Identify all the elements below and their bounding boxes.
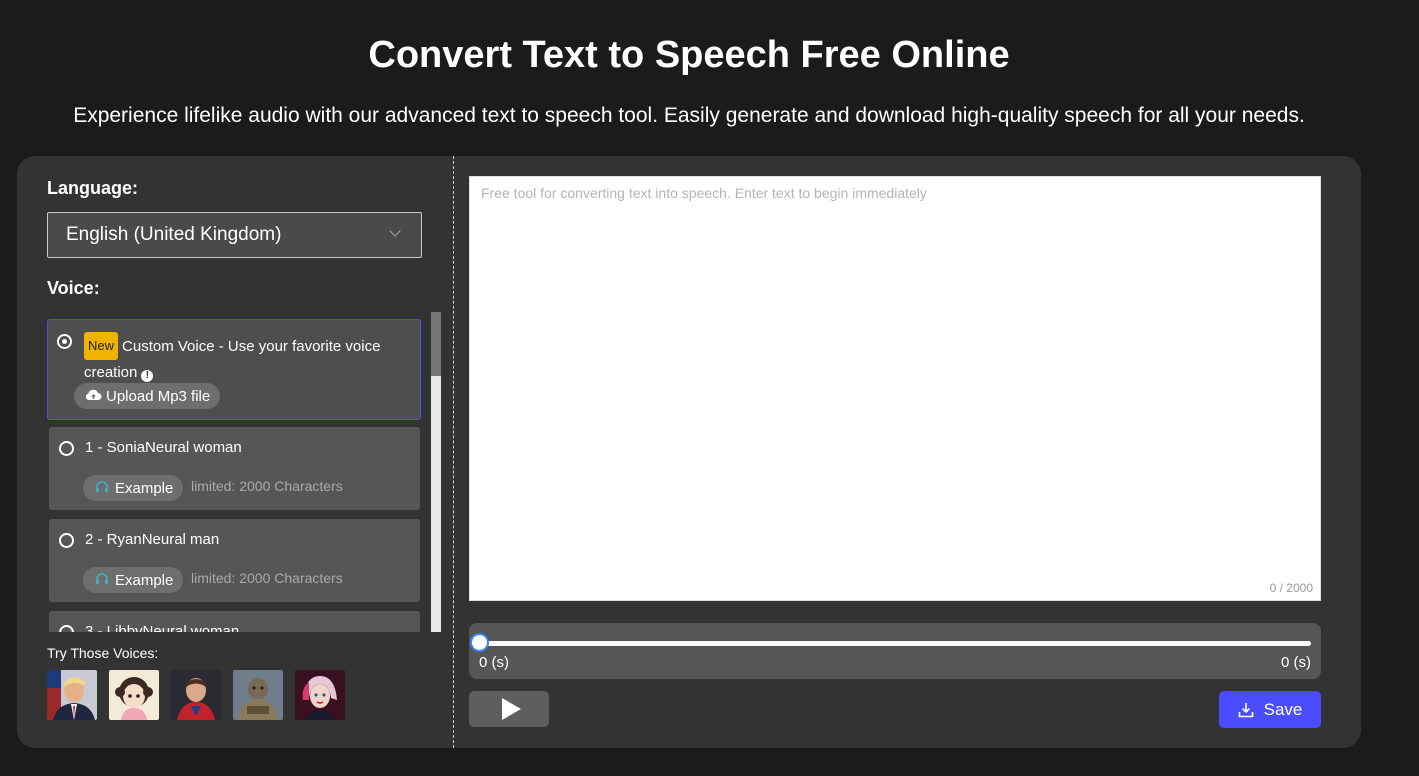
play-icon	[501, 698, 521, 720]
custom-voice-title: New Custom Voice - Use your favorite voic…	[84, 332, 404, 386]
headphones-icon	[93, 572, 111, 588]
voice-radio[interactable]	[59, 533, 74, 548]
chevron-down-icon	[389, 225, 401, 237]
language-selected-value: English (United Kingdom)	[66, 224, 282, 245]
voice-option[interactable]: 2 - RyanNeural man Example limited: 2000…	[49, 519, 420, 602]
progress-track[interactable]	[479, 641, 1311, 646]
new-badge: New	[84, 332, 119, 360]
language-label: Language:	[47, 178, 139, 198]
voice-label: Voice:	[47, 278, 100, 298]
voice-option[interactable]: 1 - SoniaNeural woman Example limited: 2…	[49, 427, 420, 510]
voice-list[interactable]: New Custom Voice - Use your favorite voic…	[47, 316, 427, 632]
headphones-icon	[93, 480, 111, 496]
progress-knob[interactable]	[470, 633, 489, 652]
voice-radio-custom[interactable]	[57, 334, 72, 349]
text-input-area[interactable]: Free tool for converting text into speec…	[469, 176, 1321, 601]
current-time: 0 (s)	[479, 654, 509, 671]
total-time: 0 (s)	[1281, 654, 1311, 671]
text-input-placeholder: Free tool for converting text into speec…	[481, 185, 927, 201]
try-voices-avatars	[47, 670, 345, 720]
voice-avatar[interactable]	[295, 670, 345, 720]
page-subtitle: Experience lifelike audio with our advan…	[73, 104, 1305, 127]
cloud-upload-icon	[84, 388, 102, 404]
info-icon[interactable]: !	[141, 370, 154, 382]
char-limit-text: limited: 2000 Characters	[191, 478, 343, 494]
voice-name: 2 - RyanNeural man	[85, 531, 220, 548]
voice-avatar[interactable]	[109, 670, 159, 720]
voice-option-custom[interactable]: New Custom Voice - Use your favorite voic…	[47, 319, 421, 420]
save-button[interactable]: Save	[1219, 691, 1321, 728]
audio-player: 0 (s) 0 (s)	[469, 623, 1321, 679]
voice-name: 3 - LibbyNeural woman	[85, 623, 240, 632]
voice-avatar[interactable]	[233, 670, 283, 720]
character-counter: 0 / 2000	[1269, 581, 1313, 595]
column-divider	[453, 156, 454, 748]
voice-option[interactable]: 3 - LibbyNeural woman	[49, 611, 420, 632]
voice-avatar[interactable]	[171, 670, 221, 720]
voice-list-scrollbar[interactable]	[431, 312, 441, 632]
page-title: Convert Text to Speech Free Online	[368, 34, 1010, 76]
voice-avatar[interactable]	[47, 670, 97, 720]
upload-mp3-button[interactable]: Upload Mp3 file	[74, 383, 221, 409]
download-icon	[1238, 702, 1253, 717]
voice-radio[interactable]	[59, 625, 74, 632]
tts-panel: Language: English (United Kingdom) Voice…	[17, 156, 1361, 748]
example-button[interactable]: Example	[83, 567, 184, 593]
char-limit-text: limited: 2000 Characters	[191, 570, 343, 586]
play-button[interactable]	[469, 691, 549, 727]
example-button[interactable]: Example	[83, 475, 184, 501]
scrollbar-thumb[interactable]	[431, 312, 441, 376]
voice-radio[interactable]	[59, 441, 74, 456]
language-select[interactable]: English (United Kingdom)	[47, 212, 422, 258]
try-voices-label: Try Those Voices:	[47, 645, 159, 661]
voice-name: 1 - SoniaNeural woman	[85, 439, 242, 456]
